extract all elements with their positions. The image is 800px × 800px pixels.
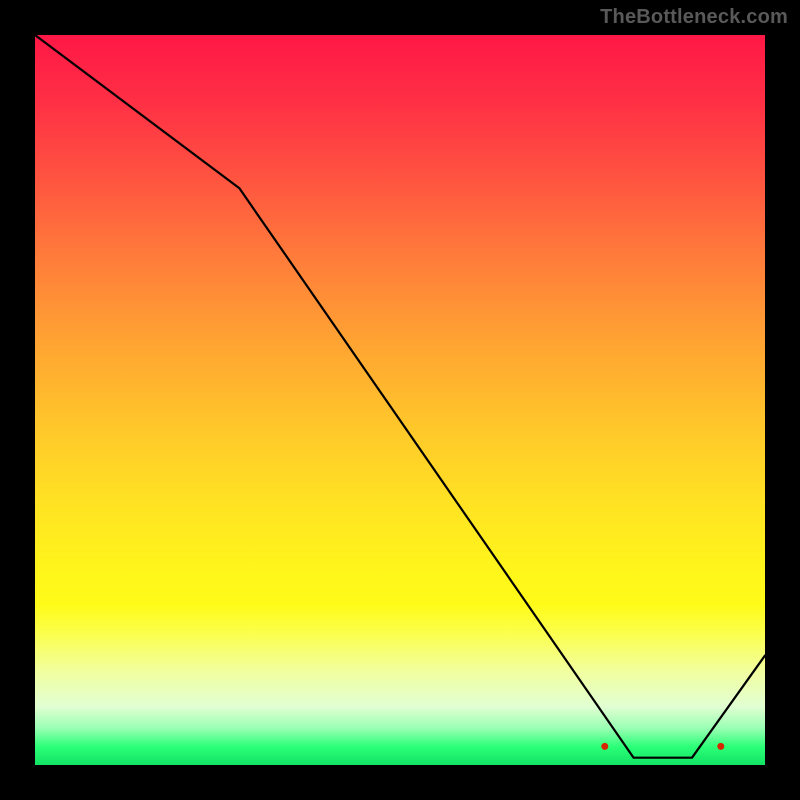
chart-svg: [35, 35, 765, 765]
plot-area: [35, 35, 765, 765]
chart-frame: TheBottleneck.com: [0, 0, 800, 800]
bottleneck-curve-line: [35, 35, 765, 758]
watermark-text: TheBottleneck.com: [600, 6, 788, 29]
annotation-dots: [601, 743, 724, 750]
